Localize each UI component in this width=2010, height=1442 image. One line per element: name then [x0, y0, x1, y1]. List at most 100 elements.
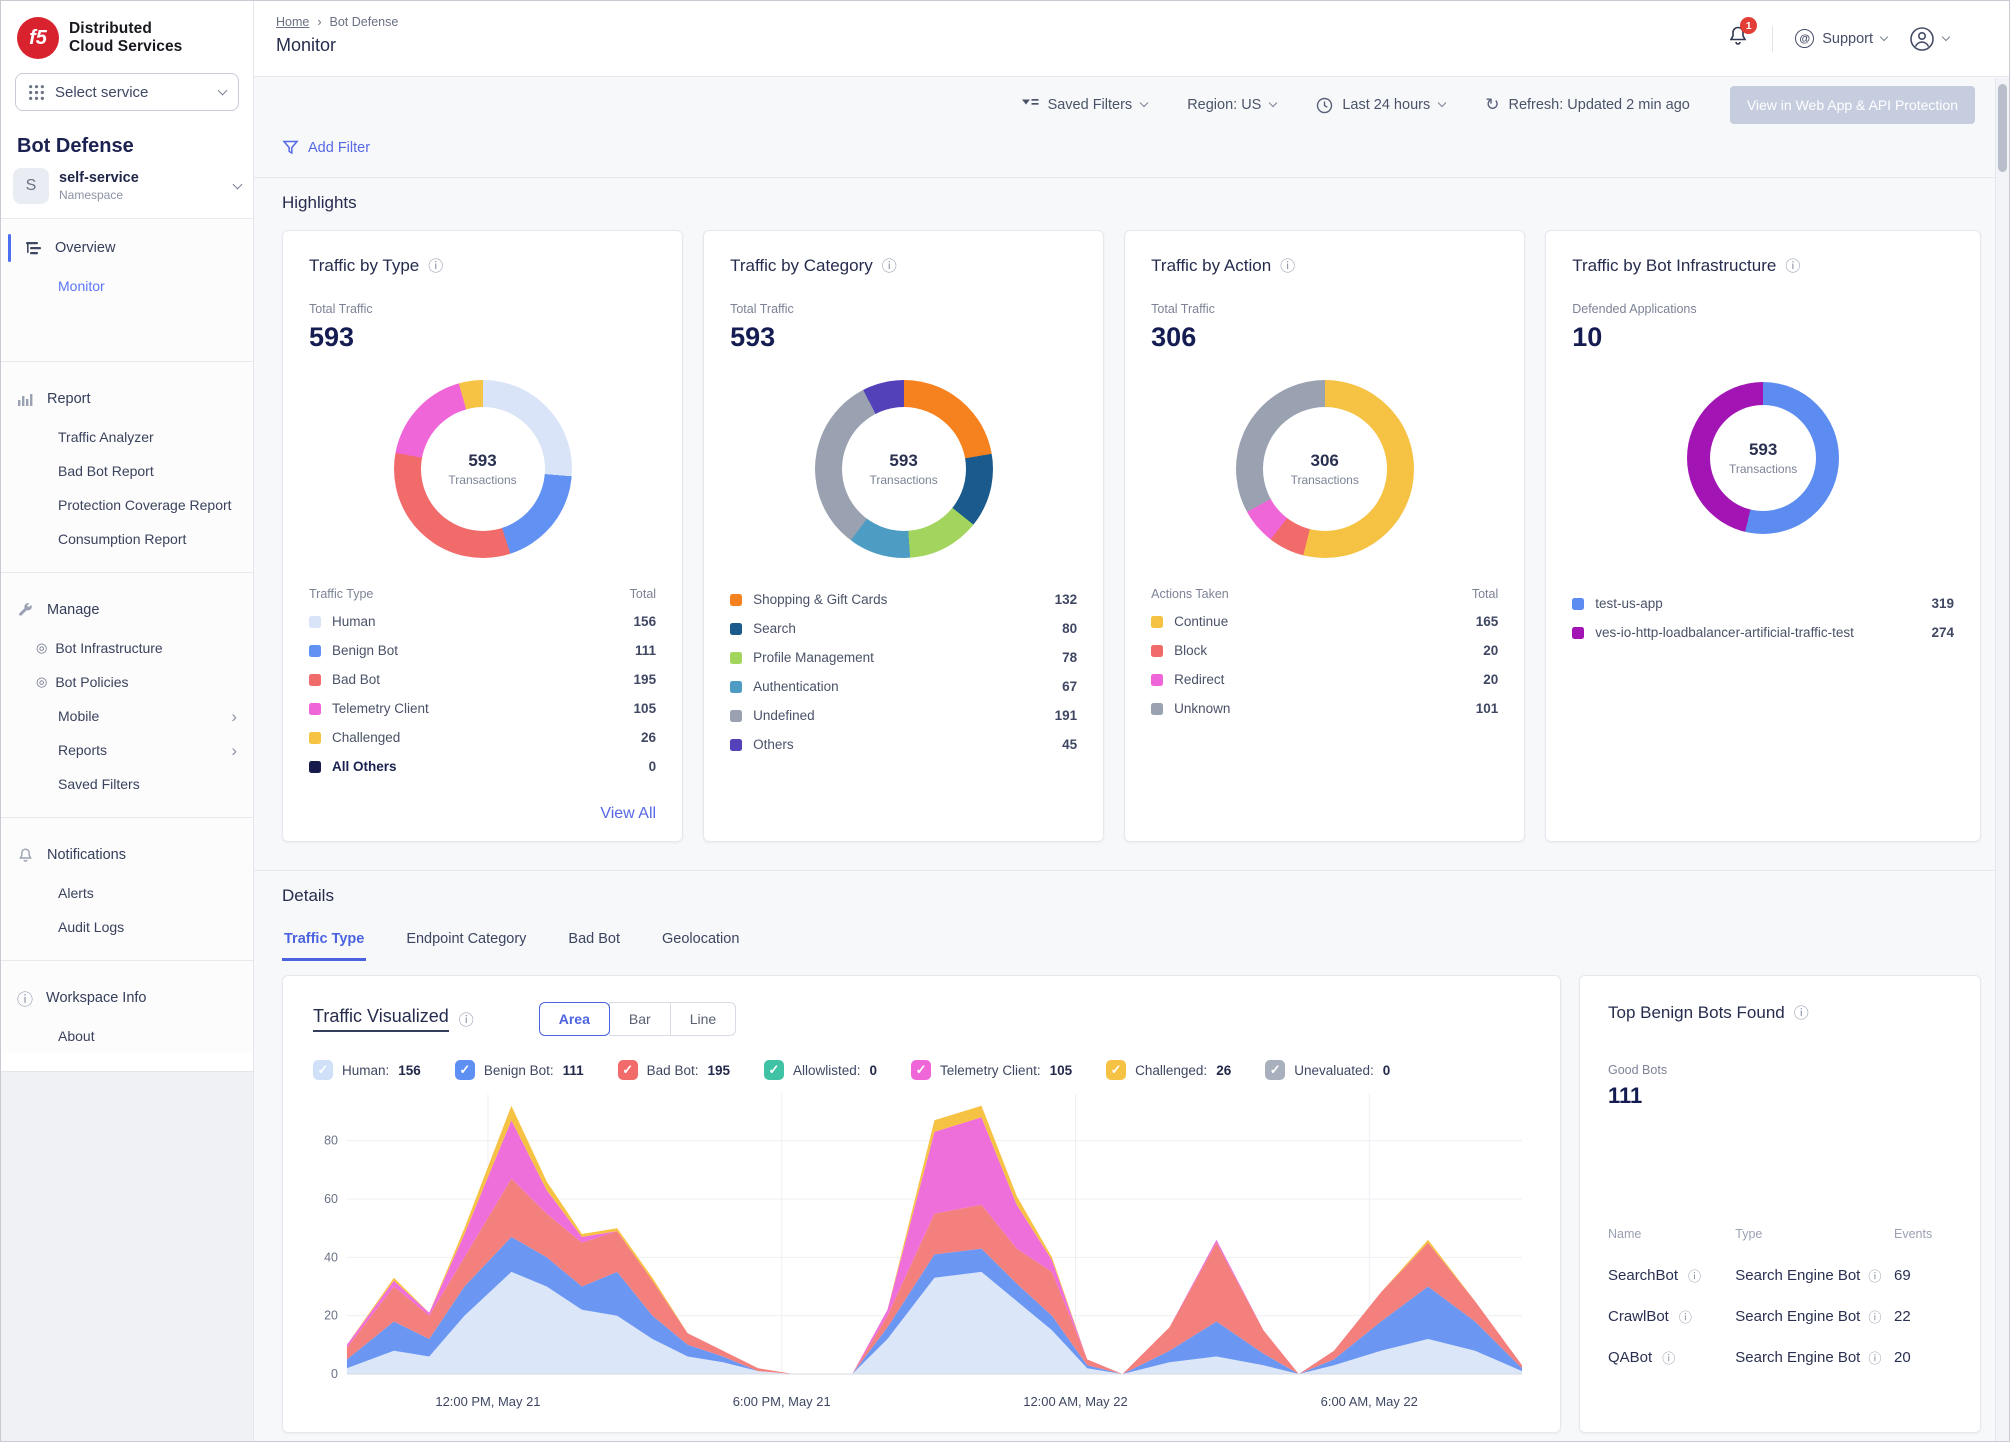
mode-area-button[interactable]: Area — [539, 1002, 610, 1036]
donut-center-value: 306 — [1311, 451, 1339, 471]
legend-row: Bad Bot195 — [309, 665, 656, 694]
notifications-bell-button[interactable]: 1 — [1726, 24, 1750, 53]
sidebar-item-overview[interactable]: Overview — [1, 227, 253, 269]
refresh-label: Refresh: Updated 2 min ago — [1508, 97, 1689, 113]
sidebar-item-monitor[interactable]: Monitor — [1, 269, 253, 303]
legend-label: Challenged — [332, 730, 400, 745]
info-icon[interactable]: ⓘ — [1679, 1307, 1692, 1326]
add-filter-button[interactable]: Add Filter — [282, 139, 370, 156]
tab-geolocation[interactable]: Geolocation — [660, 923, 741, 961]
sidebar-item-workspace-info[interactable]: ⓘ Workspace Info — [1, 977, 253, 1019]
metric-label: Total Traffic — [309, 302, 656, 316]
refresh-icon: ↻ — [1485, 95, 1499, 115]
info-icon[interactable]: ⓘ — [882, 255, 897, 276]
sidebar-item-mobile[interactable]: Mobile› — [1, 699, 253, 733]
info-icon[interactable]: ⓘ — [1662, 1348, 1675, 1367]
legend-label: Others — [753, 737, 794, 752]
bot-name: QABot — [1608, 1349, 1652, 1366]
legend-value: 191 — [1055, 708, 1078, 723]
legend-count: 156 — [398, 1063, 421, 1078]
tab-traffic-type[interactable]: Traffic Type — [282, 923, 366, 961]
sidebar-item-traffic-analyzer[interactable]: Traffic Analyzer — [1, 420, 253, 454]
legend-count: 0 — [1383, 1063, 1391, 1078]
chart-legend: ✓Human:156 ✓Benign Bot:111 ✓Bad Bot:195 … — [313, 1060, 1530, 1080]
sidebar-item-reports[interactable]: Reports› — [1, 733, 253, 767]
brand-line2: Cloud Services — [69, 38, 182, 56]
legend-swatch — [1572, 627, 1584, 639]
info-icon[interactable]: ⓘ — [1868, 1307, 1881, 1326]
mode-line-button[interactable]: Line — [670, 1002, 736, 1036]
legend-toggle-allowlisted[interactable]: ✓Allowlisted:0 — [764, 1060, 877, 1080]
info-icon[interactable]: ⓘ — [459, 1009, 474, 1030]
info-icon[interactable]: ⓘ — [428, 255, 443, 276]
namespace-selector[interactable]: S self-service Namespace — [13, 168, 241, 204]
traffic-area-chart: 02040608012:00 PM, May 216:00 PM, May 21… — [313, 1086, 1530, 1418]
column-type: Type — [1735, 1227, 1894, 1241]
sidebar-item-about[interactable]: About — [1, 1019, 253, 1053]
benign-bots-table: Name Type Events SearchBotⓘ Search Engin… — [1608, 1227, 1952, 1378]
legend-toggle-human[interactable]: ✓Human:156 — [313, 1060, 421, 1080]
apps-grid-icon — [28, 84, 45, 101]
sidebar-item-saved-filters[interactable]: Saved Filters — [1, 767, 253, 801]
legend-toggle-benign-bot[interactable]: ✓Benign Bot:111 — [455, 1060, 584, 1080]
table-row: CrawlBotⓘ Search Engine Botⓘ 22 — [1608, 1296, 1952, 1337]
bot-events: 69 — [1894, 1267, 1952, 1284]
sidebar-item-report[interactable]: Report — [1, 378, 253, 420]
breadcrumb-home-link[interactable]: Home — [276, 15, 309, 29]
sidebar-item-bad-bot-report[interactable]: Bad Bot Report — [1, 454, 253, 488]
info-icon[interactable]: ⓘ — [1785, 255, 1800, 276]
legend-swatch — [730, 710, 742, 722]
legend-value: 195 — [634, 672, 657, 687]
support-menu[interactable]: @ Support — [1795, 29, 1887, 48]
sidebar-item-bot-infrastructure[interactable]: ◎Bot Infrastructure — [1, 631, 253, 665]
legend-label: ves-io-http-loadbalancer-artificial-traf… — [1595, 625, 1854, 640]
legend-row: Challenged26 — [309, 723, 656, 752]
region-dropdown[interactable]: Region: US — [1187, 97, 1276, 113]
legend-toggle-bad-bot[interactable]: ✓Bad Bot:195 — [618, 1060, 730, 1080]
legend-toggle-unevaluated[interactable]: ✓Unevaluated:0 — [1265, 1060, 1390, 1080]
sidebar-item-manage[interactable]: Manage — [1, 589, 253, 631]
legend-count: 0 — [870, 1063, 878, 1078]
info-icon[interactable]: ⓘ — [1868, 1348, 1881, 1367]
legend-toggle-telemetry-client[interactable]: ✓Telemetry Client:105 — [911, 1060, 1072, 1080]
table-row: SearchBotⓘ Search Engine Botⓘ 69 — [1608, 1255, 1952, 1296]
legend-row: Search80 — [730, 614, 1077, 643]
legend-toggle-challenged[interactable]: ✓Challenged:26 — [1106, 1060, 1231, 1080]
brand-name: Distributed Cloud Services — [69, 20, 182, 56]
donut-center-value: 593 — [1749, 440, 1777, 460]
select-service-dropdown[interactable]: Select service — [15, 73, 239, 111]
sidebar-item-protection-coverage-report[interactable]: Protection Coverage Report — [1, 488, 253, 522]
bot-type: Search Engine Bot — [1735, 1349, 1860, 1366]
sidebar-item-consumption-report[interactable]: Consumption Report — [1, 522, 253, 556]
legend-value: 165 — [1476, 614, 1499, 629]
checkbox-icon: ✓ — [455, 1060, 475, 1080]
sidebar-item-label: Reports — [58, 742, 107, 758]
scrollbar-thumb[interactable] — [1998, 84, 2007, 172]
bot-events: 22 — [1894, 1308, 1952, 1325]
sidebar-item-notifications[interactable]: Notifications — [1, 834, 253, 876]
info-icon[interactable]: ⓘ — [1794, 1002, 1809, 1023]
sidebar-item-audit-logs[interactable]: Audit Logs — [1, 910, 253, 944]
svg-text:12:00 PM, May 21: 12:00 PM, May 21 — [435, 1394, 540, 1409]
account-menu[interactable] — [1909, 26, 1949, 52]
scrollbar[interactable] — [1995, 78, 2009, 1441]
legend-value: 101 — [1476, 701, 1499, 716]
saved-filters-dropdown[interactable]: Saved Filters — [1022, 97, 1148, 113]
legend-swatch — [730, 739, 742, 751]
metric-label: Total Traffic — [1151, 302, 1498, 316]
info-icon[interactable]: ⓘ — [1868, 1266, 1881, 1285]
chevron-down-icon — [1942, 32, 1950, 40]
info-icon[interactable]: ⓘ — [1280, 255, 1295, 276]
view-all-link[interactable]: View All — [309, 797, 656, 823]
view-in-waap-button[interactable]: View in Web App & API Protection — [1730, 86, 1975, 124]
legend-row: Human156 — [309, 607, 656, 636]
refresh-button[interactable]: ↻ Refresh: Updated 2 min ago — [1485, 95, 1690, 115]
tab-endpoint-category[interactable]: Endpoint Category — [404, 923, 528, 961]
sidebar-item-alerts[interactable]: Alerts — [1, 876, 253, 910]
sidebar-item-bot-policies[interactable]: ◎Bot Policies — [1, 665, 253, 699]
info-icon[interactable]: ⓘ — [1688, 1266, 1701, 1285]
legend-label: Authentication — [753, 679, 839, 694]
time-range-dropdown[interactable]: Last 24 hours — [1316, 97, 1445, 114]
tab-bad-bot[interactable]: Bad Bot — [566, 923, 622, 961]
mode-bar-button[interactable]: Bar — [609, 1002, 671, 1036]
